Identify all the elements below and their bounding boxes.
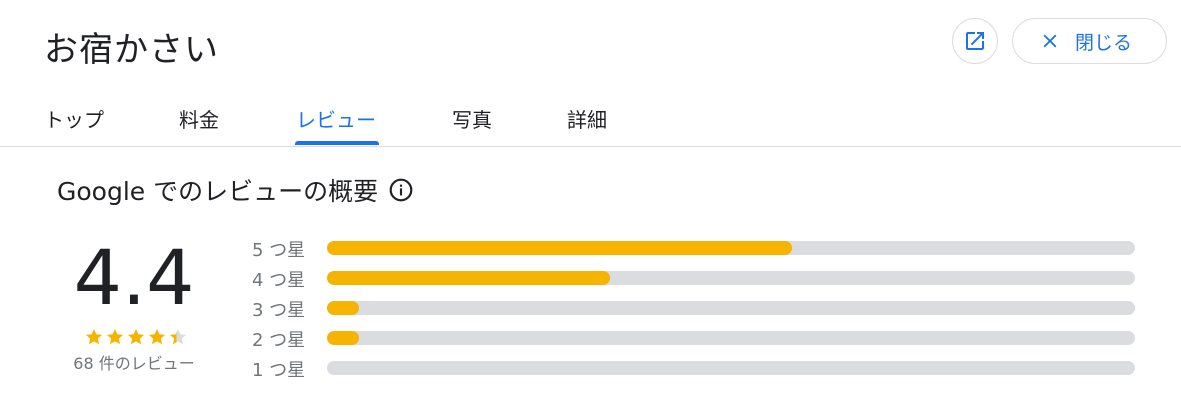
review-summary-heading: Google でのレビューの概要 — [57, 172, 414, 208]
review-count: 68 件のレビュー — [73, 354, 195, 373]
tab-bar: トップ 料金 レビュー 写真 詳細 — [0, 88, 1181, 147]
info-icon[interactable] — [388, 177, 414, 203]
rating-label: 5 つ星 — [252, 240, 306, 261]
rating-label: 4 つ星 — [252, 270, 306, 291]
star-icon — [127, 329, 145, 345]
star-icon — [106, 329, 124, 345]
close-label: 閉じる — [1075, 31, 1133, 54]
open-in-new-icon — [966, 32, 984, 50]
star-icon — [148, 329, 166, 345]
open-in-new-button[interactable] — [952, 18, 998, 64]
tab-top[interactable]: トップ — [44, 104, 104, 133]
rating-bar-fill — [327, 241, 792, 255]
rating-bar-track — [327, 241, 1135, 255]
active-tab-indicator — [295, 141, 379, 145]
close-button[interactable]: 閉じる — [1012, 18, 1167, 64]
rating-bar-fill — [327, 301, 360, 315]
tab-photos[interactable]: 写真 — [452, 104, 492, 133]
rating-bar-track — [327, 361, 1135, 375]
tab-details[interactable]: 詳細 — [567, 104, 607, 133]
average-rating: 4.4 — [73, 233, 195, 322]
tab-reviews[interactable]: レビュー — [296, 104, 376, 133]
rating-label: 3 つ星 — [252, 300, 306, 321]
close-icon — [1043, 34, 1057, 48]
star-icon — [169, 329, 187, 345]
rating-bar-fill — [327, 271, 610, 285]
review-summary-title: Google でのレビューの概要 — [57, 177, 379, 206]
rating-bar-track — [327, 271, 1135, 285]
star-icon — [85, 329, 103, 345]
rating-bar-fill — [327, 331, 360, 345]
rating-bar-track — [327, 301, 1135, 315]
rating-label: 2 つ星 — [252, 330, 306, 351]
star-rating — [84, 327, 188, 347]
place-title: お宿かさい — [44, 30, 219, 70]
tab-prices[interactable]: 料金 — [179, 104, 219, 133]
rating-bar-track — [327, 331, 1135, 345]
rating-label: 1 つ星 — [252, 360, 306, 381]
